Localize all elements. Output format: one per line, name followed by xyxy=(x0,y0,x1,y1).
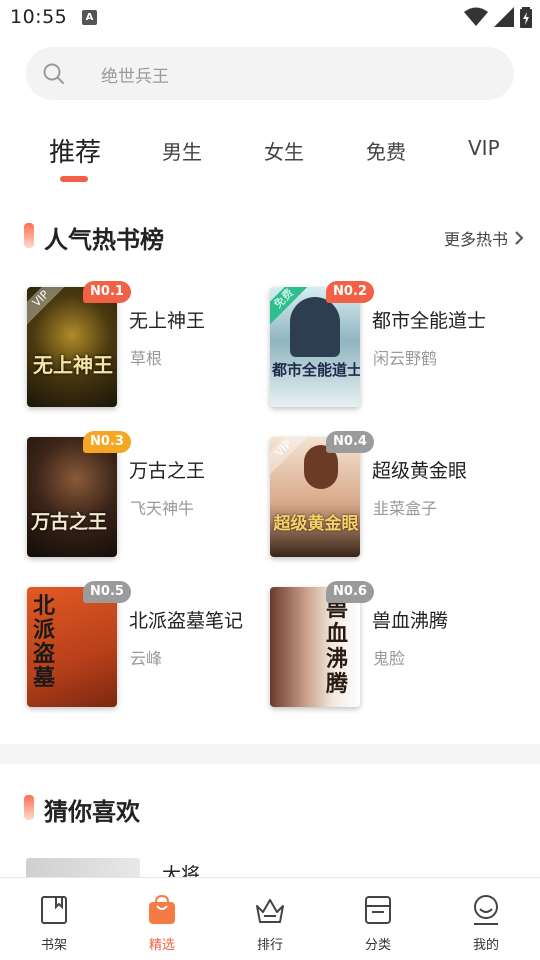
bottom-nav: 书架 精选 排行 分类 我的 xyxy=(0,877,540,960)
nav-ranking[interactable]: 排行 xyxy=(216,878,324,960)
book-cover[interactable]: 免费 都市全能道士 xyxy=(270,287,360,407)
category-icon xyxy=(365,896,391,924)
rank-badge: N0.2 xyxy=(326,281,374,303)
status-time: 10:55 xyxy=(10,6,68,28)
rank-badge: N0.5 xyxy=(83,581,131,603)
hot-section-title: 人气热书榜 xyxy=(44,226,164,254)
cover-title-art: 无上神王 xyxy=(33,353,113,377)
book-author: 云峰 xyxy=(130,649,163,668)
nav-bookshelf[interactable]: 书架 xyxy=(0,878,108,960)
nav-label: 精选 xyxy=(148,938,175,953)
book-cover[interactable]: VIP 超级黄金眼 xyxy=(270,437,360,557)
tab-female[interactable]: 女生 xyxy=(264,136,304,165)
book-title: 北派盗墓笔记 xyxy=(129,610,244,632)
more-hot-books-label: 更多热书 xyxy=(443,230,508,249)
book-author: 韭菜盒子 xyxy=(373,499,438,518)
nav-featured[interactable]: 精选 xyxy=(108,878,216,960)
chevron-right-icon xyxy=(515,231,524,245)
cover-title-art: 万古之王 xyxy=(31,511,108,533)
book-title: 无上神王 xyxy=(129,310,206,332)
section-divider xyxy=(0,744,540,764)
tab-male[interactable]: 男生 xyxy=(162,136,202,165)
book-card[interactable]: 兽血沸腾 N0.6 兽血沸腾 鬼脸 xyxy=(270,581,510,712)
book-author: 闲云野鹤 xyxy=(373,349,438,368)
book-cover[interactable]: 兽血沸腾 xyxy=(270,587,360,707)
nav-label: 排行 xyxy=(256,938,283,953)
nav-profile[interactable]: 我的 xyxy=(432,878,540,960)
book-card[interactable]: 北派盗墓 N0.5 北派盗墓笔记 云峰 xyxy=(27,581,267,712)
tab-recommend[interactable]: 推荐 xyxy=(49,132,101,169)
book-title[interactable]: 大将 xyxy=(162,860,200,878)
more-hot-books-link[interactable]: 更多热书 xyxy=(444,226,524,250)
book-title: 万古之王 xyxy=(129,460,206,482)
a-letter-icon: A xyxy=(82,10,97,25)
book-card[interactable]: 万古之王 N0.3 万古之王 飞天神牛 xyxy=(27,431,267,562)
book-cover[interactable] xyxy=(26,858,140,878)
status-icons xyxy=(464,6,532,28)
profile-icon xyxy=(474,895,498,925)
search-input[interactable]: 绝世兵王 xyxy=(26,47,514,100)
vip-tag: VIP xyxy=(27,287,68,326)
category-tabs: 推荐 男生 女生 免费 VIP xyxy=(0,128,540,184)
book-title: 都市全能道士 xyxy=(372,310,487,332)
battery-icon xyxy=(520,7,532,28)
book-cover[interactable]: 北派盗墓 xyxy=(27,587,117,707)
rank-badge: N0.6 xyxy=(326,581,374,603)
book-title: 兽血沸腾 xyxy=(372,610,449,632)
wifi-icon xyxy=(464,7,488,26)
cover-figure xyxy=(290,297,340,357)
cover-title-art: 都市全能道士 xyxy=(272,361,360,379)
nav-category[interactable]: 分类 xyxy=(324,878,432,960)
rank-badge: N0.3 xyxy=(83,431,131,453)
search-placeholder: 绝世兵王 xyxy=(101,67,169,87)
nav-label: 分类 xyxy=(364,938,391,953)
status-bar: 10:55 A xyxy=(0,0,540,36)
tab-active-indicator xyxy=(60,176,88,182)
cover-title-art: 超级黄金眼 xyxy=(273,514,359,534)
book-title: 超级黄金眼 xyxy=(372,460,468,482)
cell-signal-icon xyxy=(494,7,514,27)
search-icon xyxy=(43,63,64,84)
book-author: 草根 xyxy=(130,349,163,368)
bookshelf-icon xyxy=(41,896,67,924)
nav-label: 我的 xyxy=(472,938,499,953)
book-card[interactable]: 免费 都市全能道士 N0.2 都市全能道士 闲云野鹤 xyxy=(270,281,510,412)
book-cover[interactable]: VIP 无上神王 xyxy=(27,287,117,407)
rank-badge: N0.1 xyxy=(83,281,131,303)
crown-icon xyxy=(256,899,284,923)
shopping-bag-icon xyxy=(149,894,175,924)
cover-title-art: 北派盗墓 xyxy=(33,594,56,691)
guess-section-title: 猜你喜欢 xyxy=(44,798,140,826)
cover-title-art: 兽血沸腾 xyxy=(326,597,349,697)
book-cover[interactable]: 万古之王 xyxy=(27,437,117,557)
rank-badge: N0.4 xyxy=(326,431,374,453)
book-card[interactable]: VIP 超级黄金眼 N0.4 超级黄金眼 韭菜盒子 xyxy=(270,431,510,562)
nav-label: 书架 xyxy=(40,938,67,953)
book-author: 飞天神牛 xyxy=(130,499,195,518)
tab-free[interactable]: 免费 xyxy=(366,136,406,165)
tab-vip[interactable]: VIP xyxy=(468,136,500,160)
section-accent-bar xyxy=(24,795,34,820)
section-accent-bar xyxy=(24,223,34,248)
book-card[interactable]: VIP 无上神王 N0.1 无上神王 草根 xyxy=(27,281,267,412)
book-author: 鬼脸 xyxy=(373,649,406,668)
